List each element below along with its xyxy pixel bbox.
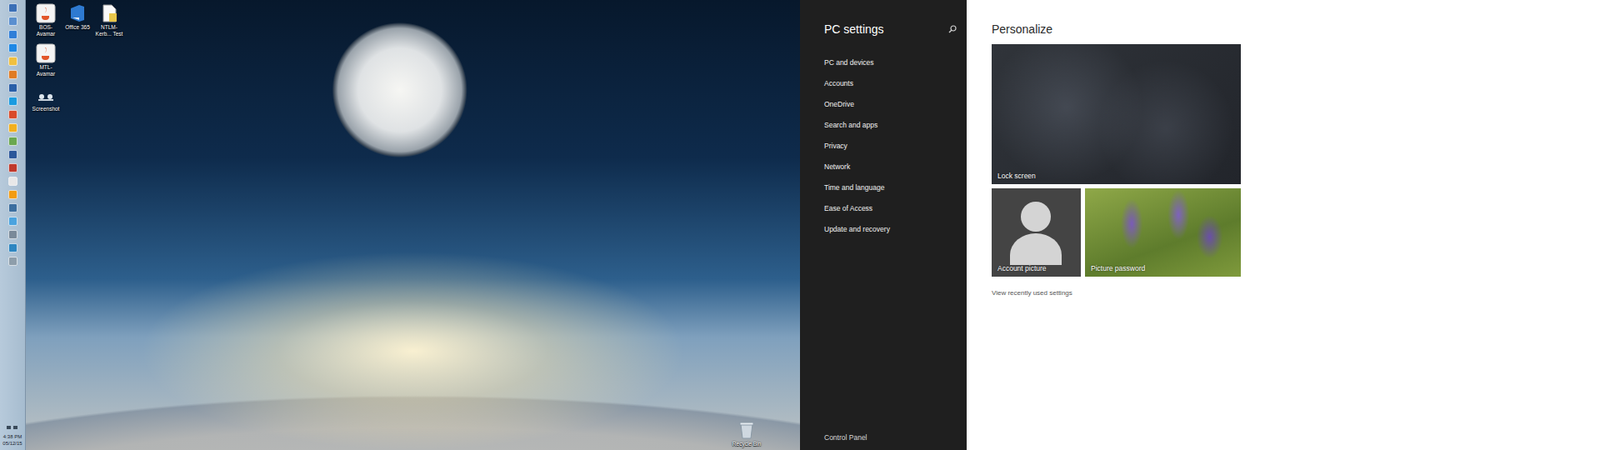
app-icon: [8, 203, 18, 213]
taskbar-button[interactable]: [6, 202, 19, 213]
taskbar-button[interactable]: [6, 175, 19, 186]
app-icon: [8, 3, 18, 13]
taskbar-button[interactable]: [6, 42, 19, 53]
desktop-icon[interactable]: MTL-Avamar: [30, 43, 61, 77]
taskbar-button[interactable]: [6, 69, 19, 80]
app-icon: [8, 123, 18, 133]
settings-tile[interactable]: Account picture: [991, 188, 1081, 277]
app-icon: [8, 256, 18, 266]
app-icon: [8, 43, 18, 53]
sidebar-item[interactable]: Update and recovery: [824, 219, 957, 240]
sidebar-item[interactable]: Time and language: [824, 177, 957, 199]
system-tray: 4:38 PM 05/12/15: [2, 424, 22, 447]
app-icon: [8, 110, 18, 120]
recent-settings-link[interactable]: View recently used settings: [991, 289, 1575, 297]
taskbar-button[interactable]: [6, 229, 19, 240]
taskbar-button[interactable]: [6, 109, 19, 120]
taskbar-button[interactable]: [6, 162, 19, 173]
desktop-icon-label: Office 365: [65, 24, 90, 31]
taskbar-button[interactable]: [6, 2, 19, 13]
app-icon: [8, 150, 18, 160]
taskbar-button[interactable]: [6, 55, 19, 66]
recycle-bin[interactable]: Recycle Bin: [730, 420, 764, 448]
app-icon: [8, 16, 18, 26]
sidebar-item[interactable]: Network: [824, 156, 957, 178]
settings-sidebar: PC settings PC and devicesAccountsOneDri…: [800, 0, 967, 450]
clock-date: 05/12/15: [2, 440, 22, 447]
app-icon: [8, 30, 18, 40]
page-heading: Personalize: [991, 22, 1575, 36]
java-app-icon: [35, 43, 56, 64]
tile-label: Lock screen: [997, 171, 1036, 180]
office-icon: [67, 3, 88, 24]
taskbar-button[interactable]: [6, 95, 19, 106]
desktop-icon-label: Screenshot: [32, 105, 60, 113]
app-icon: [8, 136, 18, 146]
taskbar-button[interactable]: [6, 15, 19, 26]
app-icon: [8, 176, 18, 186]
desktop-icon[interactable]: Office 365: [62, 3, 93, 31]
taskbar-button[interactable]: [6, 189, 19, 200]
taskbar-button[interactable]: [6, 242, 19, 253]
app-icon: [8, 190, 18, 200]
taskbar-button[interactable]: [6, 122, 19, 133]
settings-tile[interactable]: Lock screen: [991, 44, 1241, 185]
desktop-icon-label: MTL-Avamar: [30, 64, 61, 77]
taskbar-button[interactable]: [6, 29, 19, 40]
tile-grid: Lock screen Account picture Picture pass…: [991, 44, 1241, 277]
app-icon: [8, 83, 18, 93]
sidebar-item[interactable]: Accounts: [824, 73, 957, 95]
desktop-icon[interactable]: NTLM-Kerb... Test: [94, 3, 125, 37]
desktop-icon-label: Recycle Bin: [732, 440, 761, 448]
taskbar-button[interactable]: [6, 135, 19, 146]
network-icon[interactable]: [5, 424, 20, 431]
taskbar-button[interactable]: [6, 215, 19, 226]
java-app-icon: [35, 3, 56, 24]
sidebar-item[interactable]: PC and devices: [824, 52, 957, 74]
recycle-bin-icon: [737, 420, 756, 440]
desktop: BOS-Avamar Office 365 NTLM-Kerb... Test …: [25, 0, 800, 450]
app-icon: [8, 56, 18, 66]
desktop-icon-label: NTLM-Kerb... Test: [94, 24, 125, 37]
app-icon: [8, 243, 18, 253]
desktop-icon[interactable]: BOS-Avamar: [30, 3, 61, 37]
sidebar-item[interactable]: OneDrive: [824, 94, 957, 115]
clock[interactable]: 4:38 PM 05/12/15: [2, 433, 22, 447]
desktop-icon[interactable]: Screenshot: [30, 85, 61, 113]
tile-label: Picture password: [1090, 264, 1145, 273]
settings-content: Personalize Lock screen Account picture …: [966, 0, 1600, 450]
clock-time: 4:38 PM: [3, 433, 22, 440]
app-icon: [8, 96, 18, 106]
person-icon: [1008, 198, 1064, 265]
sidebar-title: PC settings: [824, 22, 885, 36]
taskbar-button[interactable]: [6, 82, 19, 93]
taskbar-button[interactable]: [6, 149, 19, 160]
app-icon: [8, 230, 18, 240]
control-panel-link[interactable]: Control Panel: [824, 433, 957, 442]
app-icon: [8, 216, 18, 226]
taskbar-button[interactable]: [6, 255, 19, 266]
screen: 4:38 PM 05/12/15 BOS-Avamar Office 365 N…: [0, 0, 1600, 450]
sidebar-item[interactable]: Privacy: [824, 135, 957, 157]
sidebar-item[interactable]: Search and apps: [824, 115, 957, 136]
tile-label: Account picture: [997, 264, 1047, 273]
settings-tile[interactable]: Picture password: [1085, 188, 1241, 277]
document-icon: [99, 3, 120, 24]
taskbar: 4:38 PM 05/12/15: [0, 0, 26, 450]
desktop-icon-label: BOS-Avamar: [30, 24, 61, 37]
screenshot-icon: [35, 85, 56, 105]
app-icon: [8, 70, 18, 80]
app-icon: [8, 163, 18, 173]
search-icon[interactable]: [948, 25, 957, 34]
sidebar-item[interactable]: Ease of Access: [824, 198, 957, 220]
